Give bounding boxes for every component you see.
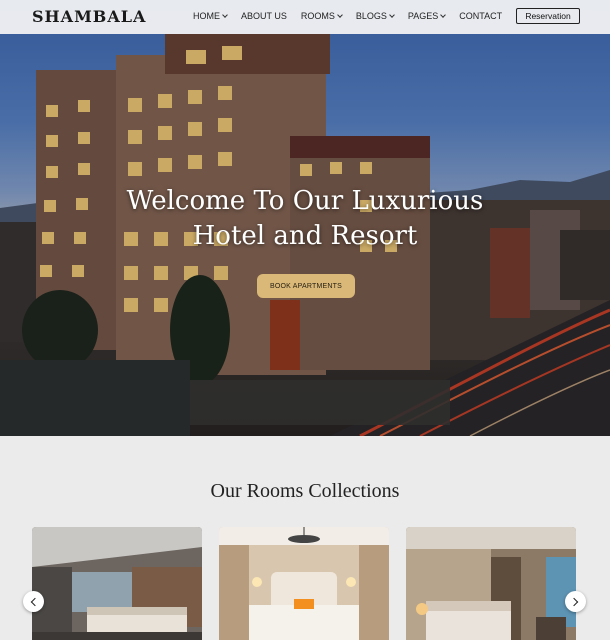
room-card[interactable] [406,527,576,640]
nav-item-label: CONTACT [459,11,503,21]
chevron-down-icon [337,11,343,18]
nav-item-label: HOME [193,11,220,21]
bedroom-photo-1 [32,527,202,640]
nav-item-label: ROOMS [300,11,335,21]
top-navigation: SHAMBALA HOME ABOUT US ROOMS BLOGS PAGES… [0,0,610,34]
nav-item-contact[interactable]: CONTACT [459,11,502,21]
bedroom-photo-2 [219,527,389,640]
reservation-button[interactable]: Reservation [516,8,580,24]
nav-item-home[interactable]: HOME [193,11,228,21]
book-apartments-button[interactable]: BOOK APARTMENTS [257,274,355,298]
nav-item-label: PAGES [407,11,439,21]
hero-title: Welcome To Our Luxurious Hotel and Resor… [0,184,610,254]
main-menu: HOME ABOUT US ROOMS BLOGS PAGES CONTACT [193,11,516,21]
chevron-down-icon [440,11,447,18]
carousel-prev-button[interactable] [23,591,44,612]
hero-title-line-2: Hotel and Resort [192,221,418,251]
hero-title-line-1: Welcome To Our Luxurious [126,186,484,216]
nav-item-rooms[interactable]: ROOMS [300,11,343,21]
chevron-down-icon [389,11,395,18]
carousel-next-button[interactable] [565,591,586,612]
chevron-right-icon [569,597,579,606]
room-card[interactable] [32,527,202,640]
nav-item-label: ABOUT US [241,11,287,21]
chevron-down-icon [222,11,228,18]
nav-item-blogs[interactable]: BLOGS [355,11,395,21]
nav-item-about-us[interactable]: ABOUT US [241,11,287,21]
bedroom-photo-3 [406,527,576,640]
nav-item-pages[interactable]: PAGES [407,11,447,21]
room-card[interactable] [219,527,389,640]
chevron-left-icon [30,597,40,606]
logo[interactable]: SHAMBALA [32,7,146,26]
hero-banner: Welcome To Our Luxurious Hotel and Resor… [0,0,610,436]
rooms-section-title: Our Rooms Collections [210,480,400,502]
nav-item-label: BLOGS [355,11,387,21]
